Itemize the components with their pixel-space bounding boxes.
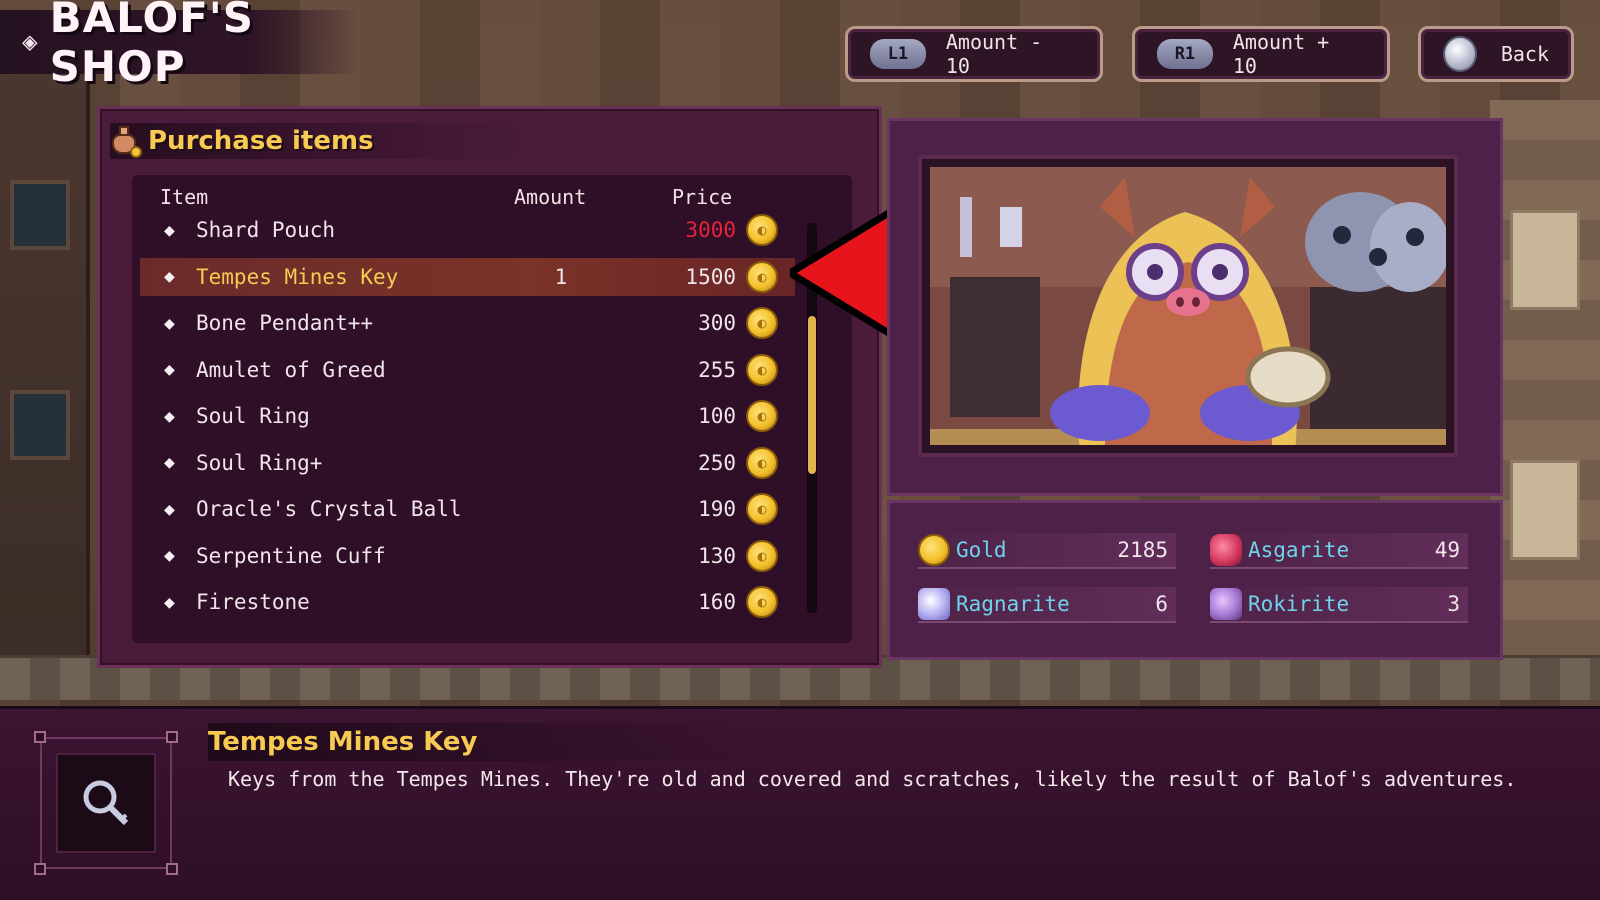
l1-button-icon: L1 xyxy=(870,39,926,69)
shopkeeper-balof-image xyxy=(930,167,1446,445)
wanted-poster xyxy=(1510,460,1580,560)
house-window xyxy=(10,390,70,460)
item-list: Item Amount Price ◆ Shard Pouch 3000 ◐ ◆ Temp… xyxy=(132,175,852,643)
rokirite-ore-icon xyxy=(1210,588,1242,620)
item-price: 100 xyxy=(698,404,736,428)
gold-coin-icon: ◐ xyxy=(746,539,778,572)
item-row[interactable]: ◆ Oracle's Crystal Ball 190 ◐ xyxy=(140,490,795,528)
back-button[interactable]: Back xyxy=(1418,26,1574,82)
item-name: Bone Pendant++ xyxy=(196,311,374,335)
purchase-panel-title: Purchase items xyxy=(148,126,374,156)
item-icon-box xyxy=(34,731,178,875)
item-price: 300 xyxy=(698,311,736,335)
gold-coin-icon: ◐ xyxy=(746,307,778,339)
currency-rokirite: Rokirite 3 xyxy=(1210,587,1468,623)
shop-title: BALOF'S SHOP xyxy=(49,0,254,91)
item-row[interactable]: ◆ Soul Ring+ 250 ◐ xyxy=(140,444,795,482)
item-description-text: Keys from the Tempes Mines. They're old … xyxy=(228,767,1517,791)
shopkeeper-portrait xyxy=(930,167,1446,445)
shopkeeper-panel xyxy=(887,118,1503,496)
item-row[interactable]: ◆ Soul Ring 100 ◐ xyxy=(140,397,795,435)
diamond-bullet-icon: ◆ xyxy=(164,452,175,473)
item-name: Oracle's Crystal Ball xyxy=(196,497,462,521)
gold-coin-icon: ◐ xyxy=(746,446,778,479)
currency-asgarite: Asgarite 49 xyxy=(1210,533,1468,569)
diamond-bullet-icon: ◆ xyxy=(164,498,175,520)
currency-ragnarite: Ragnarite 6 xyxy=(918,587,1176,623)
gold-coin-icon: ◐ xyxy=(746,400,778,432)
item-name: Shard Pouch xyxy=(196,218,336,242)
item-row[interactable]: ◆ Amulet of Greed 255 ◐ xyxy=(140,351,795,389)
r1-button-icon: R1 xyxy=(1157,39,1213,69)
item-name: Tempes Mines Key xyxy=(196,264,399,289)
ragnarite-crystal-icon xyxy=(918,588,950,620)
item-price: 3000 xyxy=(685,218,736,242)
currency-name: Rokirite xyxy=(1248,592,1350,616)
wall-poster xyxy=(1510,210,1580,310)
column-header-price: Price xyxy=(672,185,733,209)
item-row[interactable]: ◆ Bone Pendant++ 300 ◐ xyxy=(140,304,795,342)
circle-button-icon xyxy=(1443,36,1477,72)
item-amount: 1 xyxy=(554,264,568,289)
item-price: 1500 xyxy=(685,264,736,289)
currency-name: Ragnarite xyxy=(956,592,1070,616)
item-name: Soul Ring+ xyxy=(196,450,323,475)
amount-plus-label: Amount + 10 xyxy=(1232,30,1330,78)
item-price: 130 xyxy=(698,543,736,568)
column-header-item: Item xyxy=(160,185,209,209)
wall-right xyxy=(1490,100,1600,660)
diamond-bullet-icon: ◆ xyxy=(164,591,175,613)
item-row-selected[interactable]: ◆ Tempes Mines Key 1 1500 ◐ xyxy=(140,257,795,296)
gold-coin-icon: ◐ xyxy=(746,586,778,618)
key-icon xyxy=(56,753,156,853)
item-row[interactable]: ◆ Serpentine Cuff 130 ◐ xyxy=(140,537,795,575)
diamond-bullet-icon: ◆ xyxy=(164,266,175,287)
purchase-panel-header: Purchase items xyxy=(110,123,530,159)
item-name: Firestone xyxy=(196,590,310,614)
item-price: 160 xyxy=(698,590,736,614)
gold-coin-icon: ◐ xyxy=(746,353,778,386)
diamond-bullet-icon: ◆ xyxy=(164,405,175,427)
currency-value: 3 xyxy=(1447,592,1460,616)
purchase-panel: Purchase items Item Amount Price ◆ Shard … xyxy=(97,106,882,668)
gold-coin-icon: ◐ xyxy=(746,493,778,525)
currency-name: Asgarite xyxy=(1248,538,1350,562)
shopkeeper-portrait-frame xyxy=(918,155,1458,457)
asgarite-gem-icon xyxy=(1210,534,1242,566)
currency-value: 6 xyxy=(1155,592,1168,616)
item-row[interactable]: ◆ Shard Pouch 3000 ◐ xyxy=(140,211,795,249)
house-window xyxy=(10,180,70,250)
item-description-title: Tempes Mines Key xyxy=(208,723,748,761)
diamond-bullet-icon: ◆ xyxy=(164,545,175,566)
currency-name: Gold xyxy=(956,538,1007,562)
diamond-icon: ◈ xyxy=(22,27,38,57)
item-name: Serpentine Cuff xyxy=(196,543,386,568)
item-name: Soul Ring xyxy=(196,404,310,428)
back-label: Back xyxy=(1500,42,1549,66)
currency-panel: Gold 2185 Asgarite 49 Ragnarite 6 Rokiri… xyxy=(887,500,1503,660)
currency-value: 49 xyxy=(1434,538,1460,562)
item-price: 250 xyxy=(698,450,736,475)
amount-minus-label: Amount - 10 xyxy=(945,30,1043,78)
item-row[interactable]: ◆ Firestone 160 ◐ xyxy=(140,583,795,621)
house-left xyxy=(0,60,90,700)
currency-value: 2185 xyxy=(1117,538,1168,562)
diamond-bullet-icon: ◆ xyxy=(164,359,175,380)
amount-minus-10-button[interactable]: L1 Amount - 10 xyxy=(845,26,1103,82)
item-name: Amulet of Greed xyxy=(196,357,386,382)
gold-coin-icon: ◐ xyxy=(746,214,778,246)
amount-plus-10-button[interactable]: R1 Amount + 10 xyxy=(1132,26,1390,82)
money-bag-icon xyxy=(110,126,142,158)
column-header-amount: Amount xyxy=(514,185,587,209)
item-description-bar: Tempes Mines Key Keys from the Tempes Mi… xyxy=(0,706,1600,900)
item-price: 255 xyxy=(698,357,736,382)
diamond-bullet-icon: ◆ xyxy=(164,312,175,334)
shop-title-bar: ◈ BALOF'S SHOP xyxy=(0,0,360,91)
gold-coin-icon: ◐ xyxy=(746,260,778,293)
diamond-bullet-icon: ◆ xyxy=(164,219,175,241)
gold-coin-icon xyxy=(918,534,950,566)
item-price: 190 xyxy=(698,497,736,521)
currency-gold: Gold 2185 xyxy=(918,533,1176,569)
